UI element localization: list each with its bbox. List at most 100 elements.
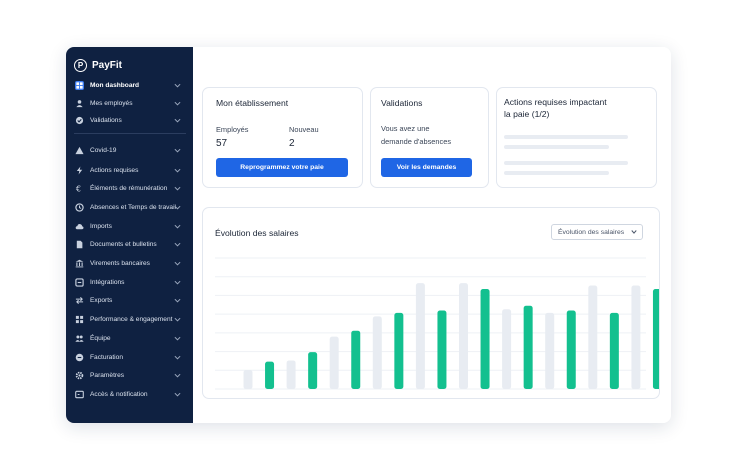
salaires-card: Évolution des salaires Évolution des sal… xyxy=(202,207,660,399)
document-icon xyxy=(75,240,84,249)
chevron-down-icon xyxy=(174,205,181,210)
sidebar-item[interactable]: Performance & engagement xyxy=(66,311,193,327)
chart-bar xyxy=(566,310,576,389)
euro-icon: € xyxy=(75,184,84,193)
sidebar-item[interactable]: Documents et bulletins xyxy=(66,236,193,252)
sidebar-item-label: Éléments de rémunération xyxy=(90,184,168,192)
chevron-down-icon xyxy=(174,392,181,397)
chart-bar xyxy=(394,312,404,389)
validations-text-line2: demande d'absences xyxy=(381,137,452,146)
chart-bar xyxy=(631,285,641,389)
skeleton-line xyxy=(504,161,628,165)
chevron-down-icon xyxy=(174,336,181,341)
sidebar-item-label: Validations xyxy=(90,116,122,124)
sidebar-item-label: Paramètres xyxy=(90,371,125,379)
chart-bar xyxy=(652,289,659,389)
sidebar-item[interactable]: Intégrations xyxy=(66,274,193,290)
chart-bar xyxy=(545,312,555,389)
card-title: Mon établissement xyxy=(216,98,289,108)
chevron-down-icon xyxy=(174,118,181,123)
chevron-down-icon xyxy=(174,280,181,285)
sidebar-item[interactable]: Équipe xyxy=(66,330,193,346)
sidebar-item[interactable]: Exports xyxy=(66,292,193,308)
sidebar-item[interactable]: Absences et Temps de travail xyxy=(66,199,193,215)
chevron-down-icon xyxy=(174,355,181,360)
chart-bar xyxy=(372,316,382,389)
sidebar-item[interactable]: Accès & notification xyxy=(66,386,193,402)
integration-icon xyxy=(75,277,84,287)
chevron-down-icon xyxy=(174,148,181,153)
reprogrammez-paie-button[interactable]: Reprogrammez votre paie xyxy=(216,158,348,177)
check-circle-icon xyxy=(75,116,84,125)
skeleton-line xyxy=(504,145,609,149)
dashboard-icon xyxy=(75,80,84,90)
chart-bar xyxy=(588,285,598,389)
chart-bar xyxy=(415,283,425,389)
chart-bar xyxy=(351,330,361,389)
nouveau-label: Nouveau xyxy=(289,125,319,134)
chart-bar xyxy=(286,360,296,389)
sidebar-item[interactable]: Actions requises xyxy=(66,162,193,178)
sidebar-item-label: Absences et Temps de travail xyxy=(90,203,177,211)
chart-bar xyxy=(502,309,512,389)
sidebar-item[interactable]: Imports xyxy=(66,218,193,234)
sidebar-item[interactable]: Mes employés xyxy=(66,95,193,111)
sidebar-item[interactable]: Mon dashboard xyxy=(66,77,193,93)
chevron-down-icon xyxy=(174,317,181,322)
sidebar-item-label: Accès & notification xyxy=(90,390,148,398)
app-window: P PayFit Mon dashboard Mes employés Valida… xyxy=(66,47,671,423)
chevron-down-icon xyxy=(174,83,181,88)
billing-icon xyxy=(75,353,84,362)
sidebar-item-label: Imports xyxy=(90,222,112,230)
chart-bar xyxy=(437,310,447,389)
clock-icon xyxy=(75,202,84,212)
grid-icon xyxy=(75,315,84,324)
chevron-down-icon xyxy=(174,261,181,266)
sidebar-item-label: Covid-19 xyxy=(90,146,117,154)
logo-text: PayFit xyxy=(92,59,123,71)
salaires-chart xyxy=(215,257,659,390)
chart-bar xyxy=(480,289,490,389)
logo[interactable]: P PayFit xyxy=(74,57,122,73)
access-icon xyxy=(75,390,84,399)
card-title-line2: la paie (1/2) xyxy=(504,109,550,119)
sidebar-item-label: Mes employés xyxy=(90,99,133,107)
chart-bar xyxy=(243,369,253,389)
chevron-down-icon xyxy=(174,242,181,247)
nouveau-value: 2 xyxy=(289,138,295,149)
team-icon xyxy=(75,334,84,343)
sidebar-item[interactable]: Paramètres xyxy=(66,367,193,383)
sidebar-item[interactable]: Covid-19 xyxy=(66,142,193,158)
chevron-down-icon xyxy=(174,168,181,173)
bank-icon xyxy=(75,259,84,268)
chevron-down-icon xyxy=(174,101,181,106)
chart-bar xyxy=(265,361,275,389)
skeleton-line xyxy=(504,171,609,175)
sidebar-item-label: Intégrations xyxy=(90,278,125,286)
sidebar-item[interactable]: € Éléments de rémunération xyxy=(66,180,193,196)
sidebar-divider xyxy=(74,133,186,134)
chevron-down-icon xyxy=(174,373,181,378)
lightning-icon xyxy=(75,165,84,175)
chart-bar xyxy=(329,336,339,389)
sidebar-item-label: Virements bancaires xyxy=(90,259,150,267)
chart-bar xyxy=(459,283,468,389)
chart-bar xyxy=(308,352,318,389)
sidebar-item-label: Performance & engagement xyxy=(90,315,173,323)
chart-bar xyxy=(523,305,533,389)
voir-demandes-button[interactable]: Voir les demandes xyxy=(381,158,472,177)
etablissement-card: Mon établissement Employés 57 Nouveau 2 … xyxy=(202,87,363,188)
chevron-down-icon xyxy=(174,224,181,229)
sidebar-item-label: Documents et bulletins xyxy=(90,240,157,248)
sidebar-item-label: Actions requises xyxy=(90,166,139,174)
sidebar-item[interactable]: Validations xyxy=(66,112,193,128)
payfit-logo-icon: P xyxy=(74,58,87,72)
sidebar-item-label: Exports xyxy=(90,296,113,304)
sidebar: P PayFit Mon dashboard Mes employés Valida… xyxy=(66,47,193,423)
validations-text-line1: Vous avez une xyxy=(381,124,430,133)
warning-icon xyxy=(75,146,84,155)
actions-requises-card: Actions requises impactant la paie (1/2) xyxy=(496,87,657,188)
sidebar-item[interactable]: Virements bancaires xyxy=(66,255,193,271)
main-content: Mon établissement Employés 57 Nouveau 2 … xyxy=(193,47,671,423)
sidebar-item[interactable]: Facturation xyxy=(66,349,193,365)
